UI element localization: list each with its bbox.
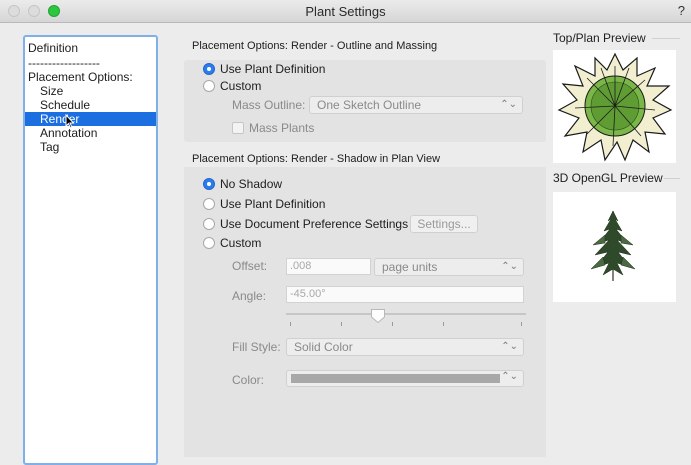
offset-label: Offset: — [232, 259, 268, 273]
outline-custom-radio[interactable]: Custom — [203, 79, 261, 93]
shadow-use-plant-definition-radio[interactable]: Use Plant Definition — [203, 197, 325, 211]
divider — [652, 38, 680, 39]
angle-slider-thumb[interactable] — [370, 308, 386, 324]
category-list[interactable]: Definition ------------------ Placement … — [23, 35, 158, 465]
color-popup[interactable]: ⌃⌄ — [286, 370, 524, 387]
fill-style-popup[interactable]: Solid Color ⌃⌄ — [286, 338, 524, 356]
offset-units-popup[interactable]: page units ⌃⌄ — [374, 258, 524, 276]
fill-style-label: Fill Style: — [232, 340, 281, 354]
chevron-updown-icon: ⌃⌄ — [501, 371, 518, 382]
offset-units-value: page units — [382, 260, 438, 274]
mass-outline-value: One Sketch Outline — [317, 98, 422, 112]
opengl-preview — [553, 192, 676, 302]
plant-plan-symbol-image — [557, 52, 673, 162]
offset-field[interactable]: .008 — [286, 258, 371, 275]
color-label: Color: — [232, 373, 265, 387]
radio-unselected-icon — [203, 198, 215, 210]
top-plan-preview — [553, 50, 676, 163]
help-button[interactable]: ? — [678, 3, 685, 18]
opengl-preview-title: 3D OpenGL Preview — [553, 171, 663, 185]
list-item-tag[interactable]: Tag — [40, 140, 59, 154]
mass-outline-label: Mass Outline: — [232, 98, 306, 112]
outline-use-plant-definition-radio[interactable]: Use Plant Definition — [203, 62, 325, 76]
mass-plants-checkbox[interactable] — [232, 122, 244, 134]
mass-outline-popup[interactable]: One Sketch Outline ⌃⌄ — [309, 96, 523, 114]
radio-label: Use Plant Definition — [220, 62, 326, 76]
slider-tick — [392, 322, 393, 326]
chevron-updown-icon: ⌃⌄ — [501, 341, 518, 352]
radio-selected-icon — [203, 63, 215, 75]
angle-field[interactable]: -45.00° — [286, 286, 524, 303]
title-bar: Plant Settings ? — [0, 0, 691, 23]
no-shadow-radio[interactable]: No Shadow — [203, 177, 282, 191]
chevron-updown-icon: ⌃⌄ — [501, 261, 518, 272]
mass-plants-label: Mass Plants — [249, 121, 315, 135]
list-separator: ------------------ — [28, 56, 100, 70]
list-item-definition[interactable]: Definition — [28, 41, 78, 55]
slider-tick — [521, 322, 522, 326]
list-item-render[interactable]: Render — [25, 112, 156, 126]
list-item-schedule[interactable]: Schedule — [40, 98, 90, 112]
shadow-section-title: Placement Options: Render - Shadow in Pl… — [192, 153, 441, 165]
radio-label: Use Document Preference Settings — [220, 217, 409, 231]
radio-label: No Shadow — [220, 177, 283, 191]
slider-tick — [290, 322, 291, 326]
angle-label: Angle: — [232, 289, 267, 303]
radio-unselected-icon — [203, 218, 215, 230]
radio-unselected-icon — [203, 237, 215, 249]
top-plan-preview-title: Top/Plan Preview — [553, 31, 646, 45]
color-swatch — [291, 374, 500, 383]
list-item-size[interactable]: Size — [40, 84, 63, 98]
radio-selected-icon — [203, 178, 215, 190]
radio-label: Custom — [220, 79, 262, 93]
outline-section-title: Placement Options: Render - Outline and … — [192, 40, 438, 52]
radio-unselected-icon — [203, 80, 215, 92]
fill-style-value: Solid Color — [294, 340, 353, 354]
plant-3d-image — [590, 210, 636, 281]
slider-tick — [443, 322, 444, 326]
chevron-updown-icon: ⌃⌄ — [500, 99, 517, 110]
shadow-custom-radio[interactable]: Custom — [203, 236, 261, 250]
list-heading-placement-options[interactable]: Placement Options: — [28, 70, 133, 84]
settings-button[interactable]: Settings... — [410, 215, 478, 233]
use-document-preference-radio[interactable]: Use Document Preference Settings — [203, 217, 408, 231]
slider-tick — [341, 322, 342, 326]
radio-label: Use Plant Definition — [220, 197, 326, 211]
radio-label: Custom — [220, 236, 262, 250]
window-title: Plant Settings — [305, 4, 386, 19]
divider — [664, 178, 680, 179]
mouse-pointer-icon — [65, 114, 75, 129]
angle-slider-track[interactable] — [286, 313, 526, 315]
